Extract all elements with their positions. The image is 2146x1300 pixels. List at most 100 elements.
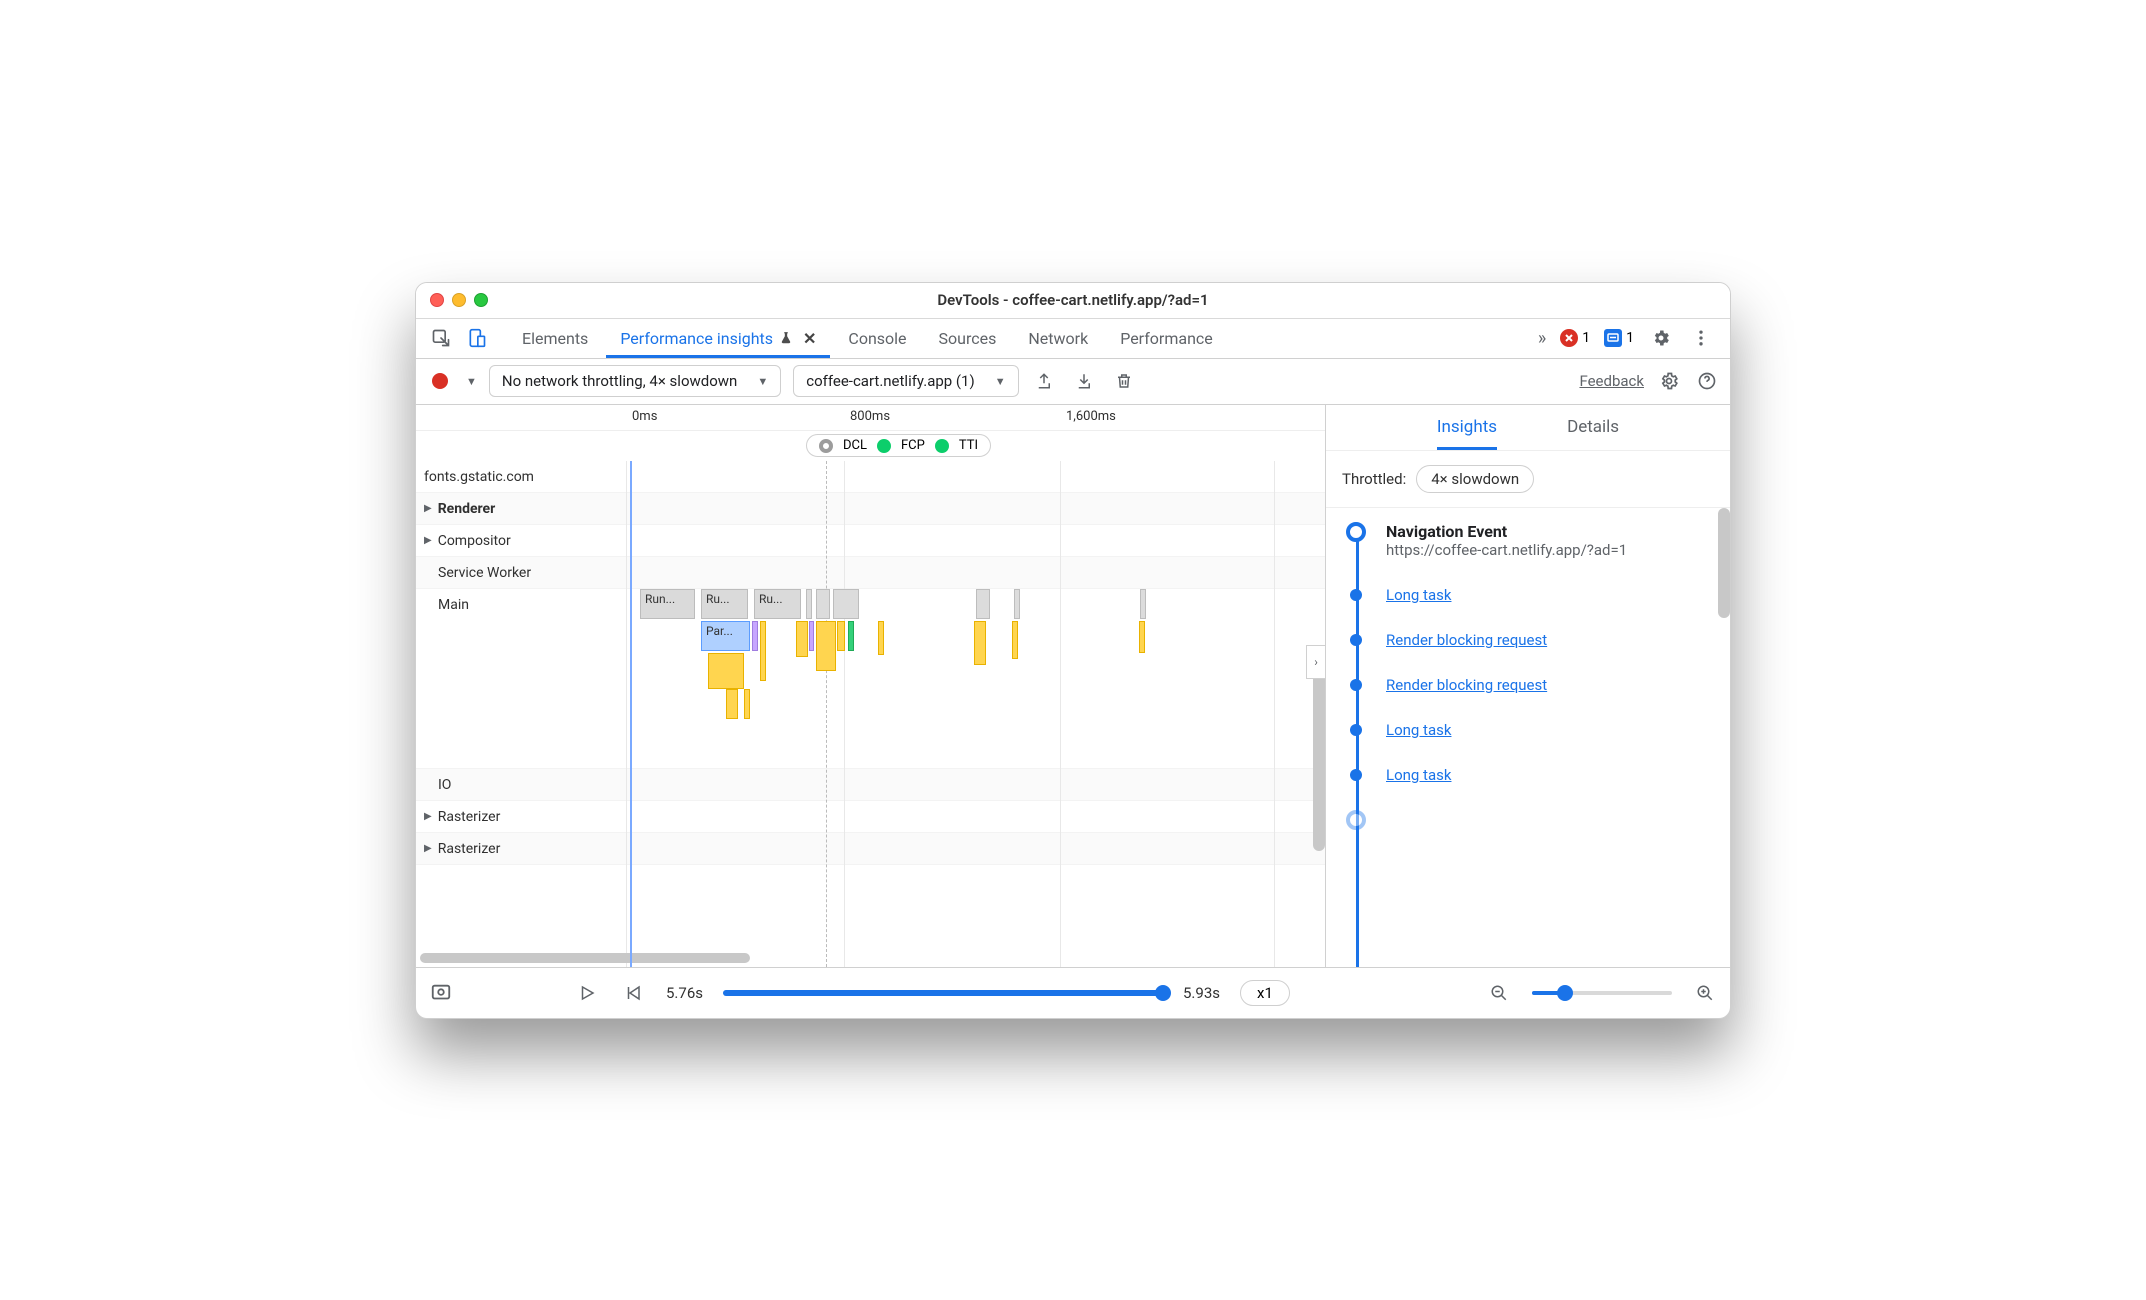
track-main[interactable]: Main Run... Ru... Ru... Par... <box>416 589 1325 769</box>
devtools-window: DevTools - coffee-cart.netlify.app/?ad=1… <box>415 282 1731 1019</box>
main-pane: 0ms 800ms 1,600ms DCL FCP TTI <box>416 405 1730 968</box>
flame-bar[interactable]: Run... <box>640 589 695 619</box>
more-tabs-icon[interactable]: » <box>1538 328 1546 349</box>
caret-icon: ▶ <box>424 503 432 514</box>
timeline-cursor[interactable] <box>630 461 632 967</box>
throttle-select[interactable]: No network throttling, 4× slowdown ▼ <box>489 365 781 397</box>
timeline-pane: 0ms 800ms 1,600ms DCL FCP TTI <box>416 405 1325 967</box>
tab-network[interactable]: Network <box>1014 318 1102 358</box>
titlebar: DevTools - coffee-cart.netlify.app/?ad=1 <box>416 283 1730 319</box>
tab-performance-insights[interactable]: Performance insights ✕ <box>606 318 830 358</box>
ring-marker-icon <box>1346 522 1366 542</box>
export-icon[interactable] <box>1031 368 1057 394</box>
chevron-down-icon: ▼ <box>995 375 1006 388</box>
flask-icon <box>779 330 793 346</box>
tick-2: 1,600ms <box>1066 409 1116 424</box>
collapse-side-handle[interactable]: › <box>1306 645 1325 679</box>
time-ruler[interactable]: 0ms 800ms 1,600ms <box>416 405 1325 431</box>
dot-marker-icon <box>1350 589 1362 601</box>
fcp-icon <box>877 439 891 453</box>
playhead-slider[interactable] <box>723 990 1163 996</box>
close-tab-icon[interactable]: ✕ <box>803 329 816 348</box>
settings-icon[interactable] <box>1648 325 1674 351</box>
insight-item[interactable]: Long task <box>1344 720 1730 739</box>
flame-bar[interactable]: Par... <box>701 621 750 651</box>
rewind-icon[interactable] <box>620 980 646 1006</box>
insights-list[interactable]: Navigation Event https://coffee-cart.net… <box>1326 508 1730 967</box>
toolbar: ▼ No network throttling, 4× slowdown ▼ c… <box>416 359 1730 405</box>
chevron-down-icon: ▼ <box>757 375 768 388</box>
horizontal-scrollbar[interactable] <box>420 953 845 965</box>
flame-bar[interactable]: Ru... <box>754 589 801 619</box>
current-time: 5.76s <box>666 984 703 1002</box>
error-icon <box>1560 329 1578 347</box>
zoom-out-icon[interactable] <box>1486 980 1512 1006</box>
feedback-link[interactable]: Feedback <box>1579 372 1644 390</box>
play-icon[interactable] <box>574 980 600 1006</box>
tab-console[interactable]: Console <box>834 318 920 358</box>
window-title: DevTools - coffee-cart.netlify.app/?ad=1 <box>937 291 1208 309</box>
tab-performance[interactable]: Performance <box>1106 318 1227 358</box>
insight-item[interactable]: Long task <box>1344 765 1730 784</box>
dot-marker-icon <box>1350 679 1362 691</box>
close-window-icon[interactable] <box>430 293 444 307</box>
tick-1: 800ms <box>850 409 890 424</box>
zoom-slider[interactable] <box>1532 991 1672 995</box>
caret-icon: ▶ <box>424 843 432 854</box>
tab-details[interactable]: Details <box>1567 405 1619 451</box>
track-service-worker: Service Worker <box>416 557 1325 589</box>
insight-item[interactable]: Render blocking request <box>1344 630 1730 649</box>
caret-icon: ▶ <box>424 811 432 822</box>
inspect-icon[interactable] <box>428 325 454 351</box>
minimize-window-icon[interactable] <box>452 293 466 307</box>
insight-navigation: Navigation Event https://coffee-cart.net… <box>1344 522 1730 559</box>
zoom-label[interactable]: x1 <box>1240 980 1290 1006</box>
tti-icon <box>935 439 949 453</box>
insight-item[interactable]: Long task <box>1344 585 1730 604</box>
errors-badge[interactable]: 1 <box>1560 329 1590 347</box>
maximize-window-icon[interactable] <box>474 293 488 307</box>
target-select[interactable]: coffee-cart.netlify.app (1) ▼ <box>793 365 1018 397</box>
metrics-pill[interactable]: DCL FCP TTI <box>806 434 991 457</box>
footer: 5.76s 5.93s x1 <box>416 968 1730 1018</box>
insights-pane: Insights Details Throttled: 4× slowdown … <box>1325 405 1730 967</box>
tab-elements[interactable]: Elements <box>508 318 602 358</box>
track-compositor[interactable]: ▶Compositor <box>416 525 1325 557</box>
device-toggle-icon[interactable] <box>464 325 490 351</box>
window-controls <box>416 293 488 307</box>
ring-marker-icon <box>1346 810 1366 830</box>
insight-item <box>1344 810 1730 830</box>
dot-marker-icon <box>1350 769 1362 781</box>
tracks-area[interactable]: fonts.gstatic.com ▶Renderer ▶Compositor … <box>416 461 1325 967</box>
track-renderer[interactable]: ▶Renderer <box>416 493 1325 525</box>
tab-sources[interactable]: Sources <box>925 318 1011 358</box>
record-button[interactable] <box>432 373 448 389</box>
throttle-info: Throttled: 4× slowdown <box>1326 451 1730 508</box>
help-icon[interactable] <box>1694 368 1720 394</box>
track-rasterizer[interactable]: ▶Rasterizer <box>416 801 1325 833</box>
panel-settings-icon[interactable] <box>1656 368 1682 394</box>
metrics-row: DCL FCP TTI <box>416 431 1325 461</box>
messages-badge[interactable]: 1 <box>1604 329 1634 347</box>
delete-icon[interactable] <box>1111 368 1137 394</box>
track-io: IO <box>416 769 1325 801</box>
tabs-row: Elements Performance insights ✕ Console … <box>416 319 1730 359</box>
vertical-scrollbar[interactable] <box>1313 661 1325 851</box>
flame-bar[interactable]: Ru... <box>701 589 748 619</box>
zoom-in-icon[interactable] <box>1692 980 1718 1006</box>
track-fonts: fonts.gstatic.com <box>416 461 1325 493</box>
import-icon[interactable] <box>1071 368 1097 394</box>
track-rasterizer[interactable]: ▶Rasterizer <box>416 833 1325 865</box>
side-scrollbar[interactable] <box>1718 508 1730 618</box>
tab-insights[interactable]: Insights <box>1437 405 1497 451</box>
dot-marker-icon <box>1350 634 1362 646</box>
caret-icon: ▶ <box>424 535 432 546</box>
screenshot-icon[interactable] <box>428 980 454 1006</box>
kebab-icon[interactable] <box>1688 325 1714 351</box>
tick-0: 0ms <box>632 409 657 424</box>
insight-item[interactable]: Render blocking request <box>1344 675 1730 694</box>
message-icon <box>1604 329 1622 347</box>
throttle-chip[interactable]: 4× slowdown <box>1416 465 1534 493</box>
dot-marker-icon <box>1350 724 1362 736</box>
record-dropdown-arrow[interactable]: ▼ <box>466 375 477 388</box>
